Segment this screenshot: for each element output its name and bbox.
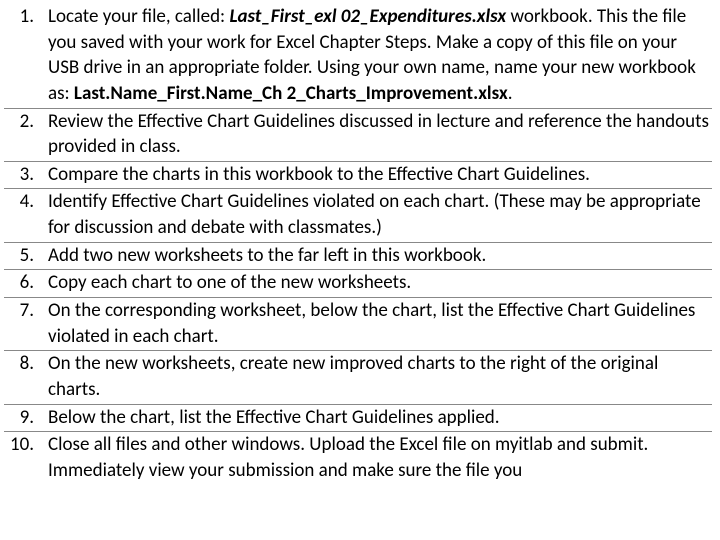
text-run: Locate your file, called: (48, 5, 229, 28)
instruction-item-10: Close all files and other windows. Uploa… (4, 432, 712, 484)
text-run: On the corresponding worksheet, below th… (48, 299, 695, 348)
instruction-item-5: Add two new worksheets to the far left i… (4, 243, 712, 271)
instruction-item-7: On the corresponding worksheet, below th… (4, 298, 712, 351)
instruction-item-3: Compare the charts in this workbook to t… (4, 162, 712, 190)
instruction-item-8: On the new worksheets, create new improv… (4, 351, 712, 404)
text-run: On the new worksheets, create new improv… (48, 352, 658, 401)
text-run: Copy each chart to one of the new worksh… (48, 271, 411, 294)
text-run: Last_First_exl 02_Expenditures.xlsx (229, 5, 506, 28)
text-run: Below the chart, list the Effective Char… (48, 406, 500, 429)
text-run: . (508, 82, 513, 105)
text-run: Add two new worksheets to the far left i… (48, 244, 486, 267)
instruction-list: Locate your file, called: Last_First_exl… (4, 4, 712, 485)
text-run: Last.Name_First.Name_Ch 2_Charts_Improve… (74, 82, 508, 105)
text-run: Compare the charts in this workbook to t… (48, 163, 590, 186)
text-run: Review the Effective Chart Guidelines di… (48, 110, 709, 159)
instruction-item-9: Below the chart, list the Effective Char… (4, 405, 712, 433)
instruction-item-6: Copy each chart to one of the new worksh… (4, 270, 712, 298)
instruction-item-2: Review the Effective Chart Guidelines di… (4, 109, 712, 162)
instruction-item-4: Identify Effective Chart Guidelines viol… (4, 189, 712, 242)
instruction-item-1: Locate your file, called: Last_First_exl… (4, 4, 712, 109)
text-run: Identify Effective Chart Guidelines viol… (48, 190, 701, 239)
text-run: Close all files and other windows. Uploa… (48, 433, 648, 482)
